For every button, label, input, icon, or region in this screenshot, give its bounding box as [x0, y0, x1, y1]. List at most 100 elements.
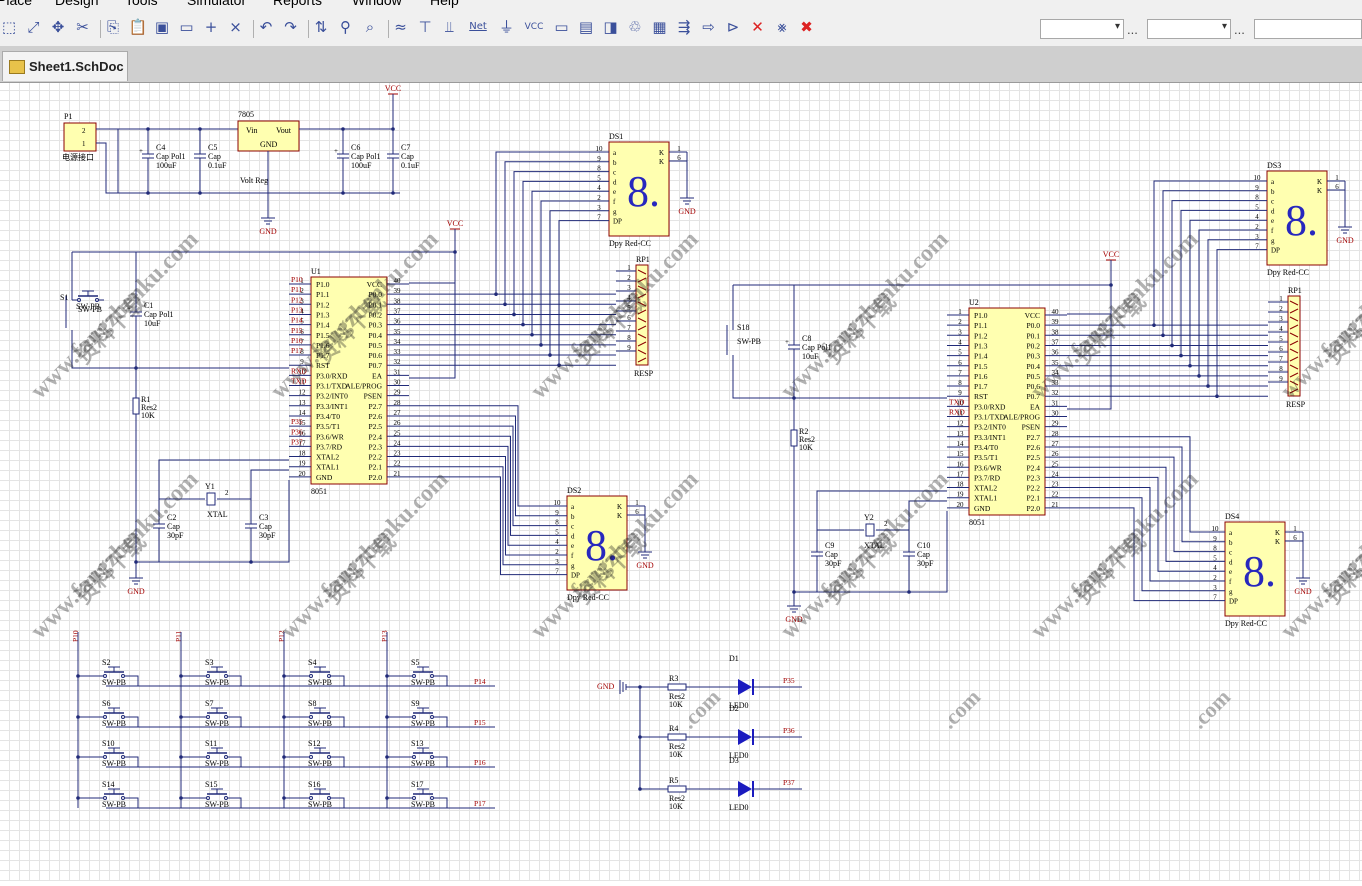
switch-ref: S4 — [308, 658, 316, 667]
cap-ref: C10 — [917, 541, 930, 550]
switch-ref: S10 — [102, 739, 114, 748]
more-button[interactable]: ... — [1127, 22, 1138, 37]
switch-ref: S6 — [102, 699, 110, 708]
connector-label: 电源接口 — [62, 152, 94, 162]
clear-icon[interactable]: ⨯ — [227, 18, 245, 36]
junction-dot — [249, 560, 253, 564]
bus-entry-icon[interactable]: ⫫ — [441, 18, 459, 36]
bus-icon[interactable]: ⊤ — [416, 18, 434, 36]
pin-number: 31 — [394, 368, 402, 376]
device-sheet-icon[interactable]: ♲ — [626, 18, 644, 36]
menu-window[interactable]: Window — [352, 0, 402, 8]
junction-dot — [385, 755, 389, 759]
cut-icon[interactable]: ✂ — [74, 18, 92, 36]
res-ref: R4 — [669, 724, 678, 733]
pin-name: XTAL1 — [974, 494, 997, 503]
sheet-icon[interactable]: ▤ — [577, 18, 595, 36]
move-icon[interactable]: ✥ — [49, 18, 67, 36]
gnd-label: GND — [636, 561, 654, 570]
pin-number: 2 — [82, 127, 86, 135]
resistor — [667, 785, 687, 793]
cap-value: 100uF — [156, 161, 177, 170]
pin-name: P1.1 — [316, 290, 330, 299]
pin-number: 29 — [394, 389, 402, 397]
pin-name: K — [659, 158, 664, 166]
pin-number: 7 — [1213, 594, 1217, 602]
junction-dot — [282, 674, 286, 678]
pin-number: 5 — [1213, 554, 1217, 562]
pin-name: P2.1 — [368, 463, 382, 472]
search-combo[interactable] — [1254, 19, 1362, 39]
cap-ref: C5 — [208, 143, 217, 152]
pin-number: 19 — [957, 491, 965, 499]
seg-name: c — [571, 523, 574, 531]
gnd-port-icon[interactable]: ⏚ — [498, 18, 516, 36]
pin-number: 30 — [1052, 410, 1060, 418]
net-label: P35 — [783, 676, 795, 685]
rectangle-select-icon[interactable]: ▭ — [178, 18, 196, 36]
pin-name: GND — [316, 473, 333, 482]
pin-number: 29 — [1052, 420, 1060, 428]
menu-help[interactable]: Help — [430, 0, 459, 8]
pin-number: 38 — [394, 297, 402, 305]
harness-icon[interactable]: ▦ — [651, 18, 669, 36]
probe-icon[interactable]: ⚲ — [337, 18, 355, 36]
junction-dot — [907, 590, 911, 594]
off-sheet-icon[interactable]: ⇨ — [700, 18, 718, 36]
sheet-entry-icon[interactable]: ◨ — [602, 18, 620, 36]
menu-tools[interactable]: Tools — [125, 0, 158, 8]
pin-name: P2.4 — [1026, 463, 1040, 472]
undo-icon[interactable]: ↶ — [257, 18, 275, 36]
select-area-icon[interactable]: ⬚ — [0, 18, 18, 36]
compile-icon[interactable]: ✕ — [749, 18, 767, 36]
wire-icon[interactable]: ≈ — [392, 18, 410, 36]
pin-number: 36 — [394, 318, 402, 326]
pin-number: 9 — [627, 344, 631, 352]
seg-name: d — [571, 532, 575, 540]
cap-ref: C6 — [351, 143, 360, 152]
browse-icon[interactable]: ⌕ — [361, 18, 379, 36]
vcc-port-icon[interactable]: VCC — [522, 18, 546, 36]
cross-probe-icon[interactable]: ⨳ — [773, 18, 791, 36]
seg-name: b — [613, 159, 617, 167]
paste-icon[interactable]: 📋 — [129, 18, 148, 36]
cross-icon[interactable]: + — [202, 18, 220, 36]
menu-design[interactable]: Design — [55, 0, 99, 8]
pin-name: P1.2 — [974, 331, 988, 340]
tab-sheet1[interactable]: Sheet1.SchDoc — [2, 51, 128, 81]
schematic-canvas[interactable]: P1 2 1 电源接口 7805 Vin Vout GND Volt Reg VCC GND + C4 C… — [0, 83, 1362, 881]
select-icon[interactable]: ⤢ — [25, 18, 43, 36]
wire — [336, 797, 345, 808]
rubber-stamp-icon[interactable]: ▣ — [153, 18, 171, 36]
no-erc-icon[interactable]: ⊳ — [724, 18, 742, 36]
seg-name: e — [1271, 217, 1274, 225]
port-icon[interactable]: ⇶ — [675, 18, 693, 36]
seg-name: e — [571, 542, 574, 550]
pin-name: P0.6 — [368, 351, 382, 360]
parent-child-icon[interactable]: ⇅ — [312, 18, 330, 36]
zoom-combo[interactable]: ▾ — [1040, 19, 1124, 39]
copy-icon[interactable]: ⎘ — [104, 18, 122, 36]
pin-number: 4 — [1213, 564, 1217, 572]
junction-dot — [391, 191, 395, 195]
delete-icon[interactable]: ✖ — [798, 18, 816, 36]
part-icon[interactable]: ▭ — [553, 18, 571, 36]
cap-value: 30pF — [259, 531, 276, 540]
schematic-drawing[interactable]: P121电源接口7805Vin VoutGNDVolt RegVCCGND+ C4C… — [0, 83, 1362, 881]
cap-value: 30pF — [167, 531, 184, 540]
crystal-y1 — [206, 492, 216, 506]
pin-number: 2 — [555, 548, 559, 556]
pin-number: 13 — [957, 430, 965, 438]
redo-icon[interactable]: ↷ — [282, 18, 300, 36]
pin-number: 18 — [957, 481, 965, 489]
pin-name: K — [617, 512, 622, 520]
pin-number: 15 — [957, 450, 965, 458]
more-button[interactable]: ... — [1234, 22, 1245, 37]
filter-combo[interactable]: ▾ — [1147, 19, 1231, 39]
wire — [439, 797, 448, 808]
pin-number: 4 — [958, 338, 962, 346]
menu-simulator[interactable]: Simulator — [187, 0, 246, 8]
menu-reports[interactable]: Reports — [273, 0, 322, 8]
netlabel-icon[interactable]: Net — [465, 18, 491, 36]
menu-place[interactable]: Place — [0, 0, 32, 8]
